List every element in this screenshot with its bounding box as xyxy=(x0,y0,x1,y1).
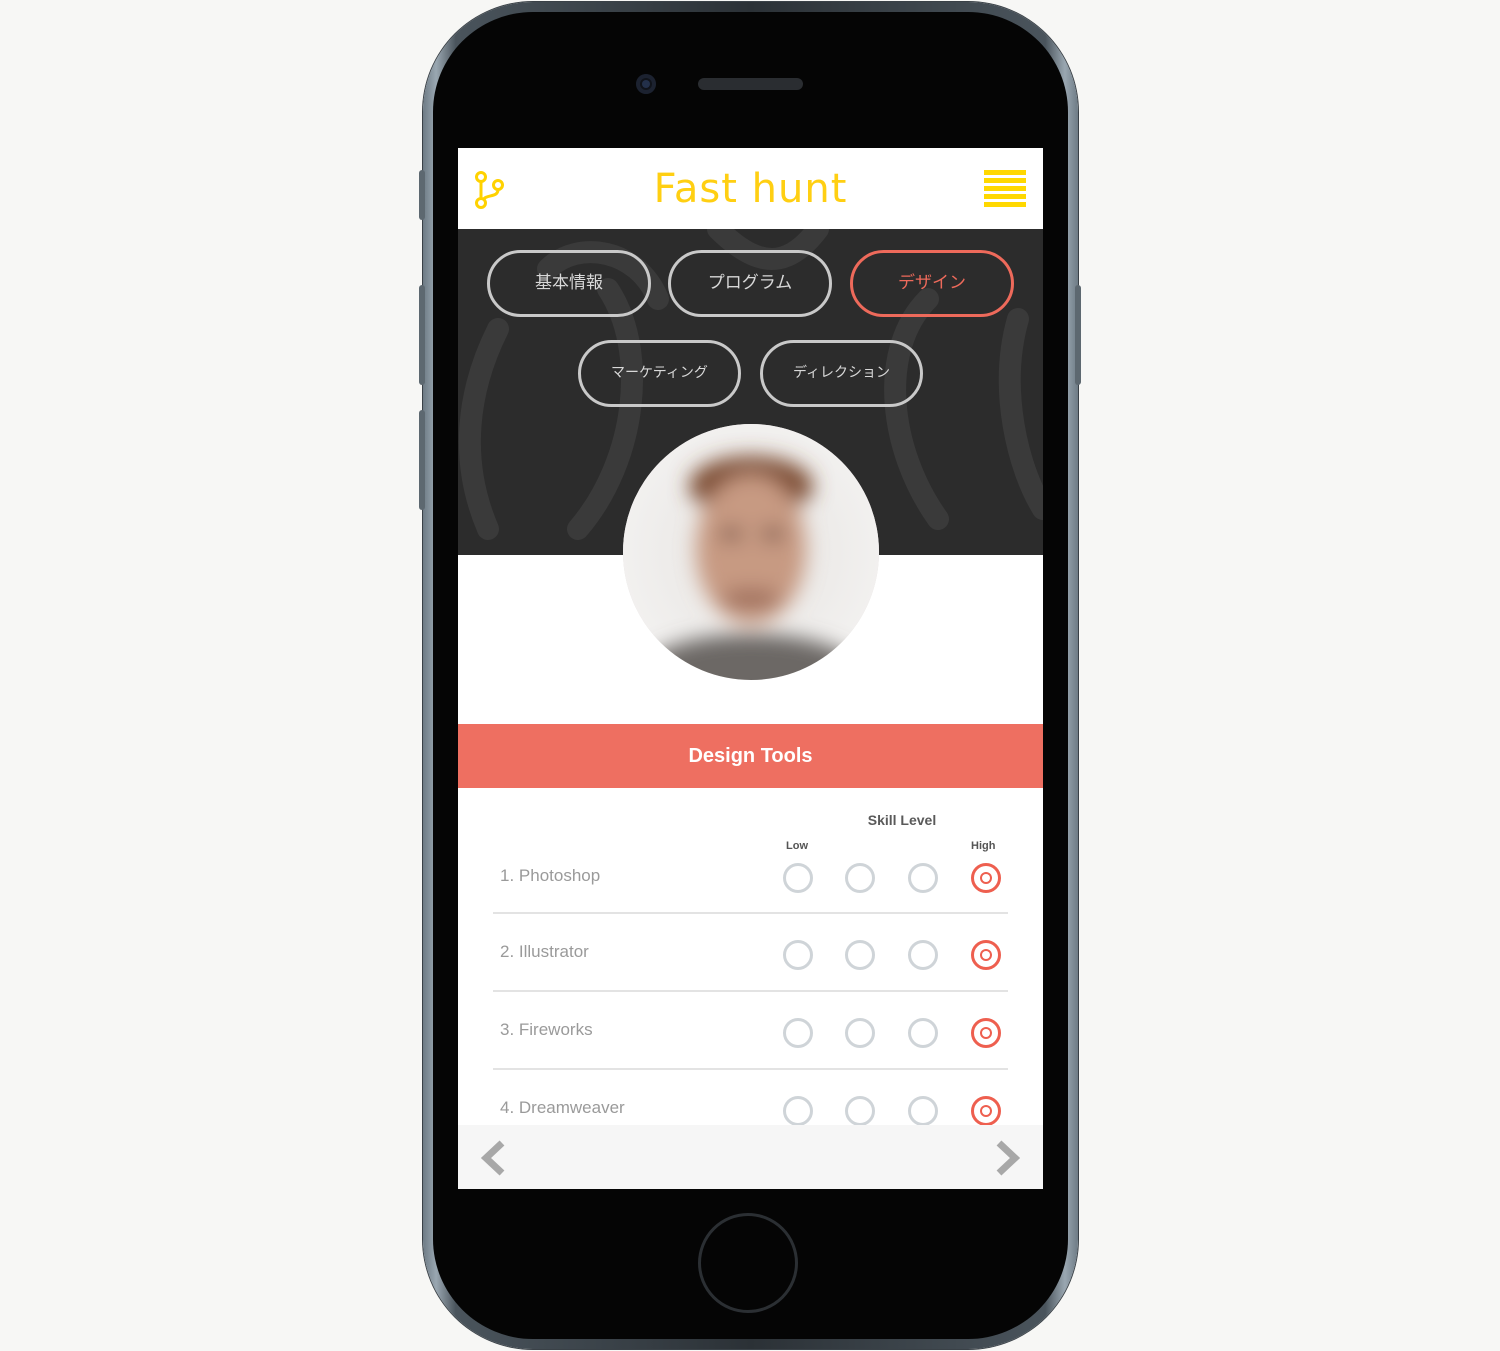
skill-radio-level-2[interactable] xyxy=(845,940,875,970)
skill-radio-level-4[interactable] xyxy=(971,1018,1001,1048)
skill-radio-level-1[interactable] xyxy=(783,1096,813,1126)
volume-up-button xyxy=(419,285,425,385)
hamburger-menu-icon[interactable] xyxy=(984,170,1026,208)
tab-basic-info[interactable]: 基本情報 xyxy=(487,250,651,317)
power-button xyxy=(1075,285,1081,385)
skill-radio-level-1[interactable] xyxy=(783,863,813,893)
skill-name: 4. Dreamweaver xyxy=(500,1098,625,1117)
skill-radio-level-2[interactable] xyxy=(845,1018,875,1048)
volume-down-button xyxy=(419,410,425,510)
skill-row-illustrator: 2. Illustrator xyxy=(493,914,1008,992)
home-button[interactable] xyxy=(698,1213,798,1313)
earpiece-speaker xyxy=(698,78,803,90)
pager-footer xyxy=(458,1125,1043,1189)
skill-radio-level-1[interactable] xyxy=(783,1018,813,1048)
tab-marketing[interactable]: マーケティング xyxy=(578,340,741,407)
skill-row-photoshop: 1. Photoshop xyxy=(493,848,1008,914)
chevron-right-icon[interactable] xyxy=(991,1139,1023,1177)
skill-name: 3. Fireworks xyxy=(500,1020,593,1039)
skill-radio-level-4[interactable] xyxy=(971,1096,1001,1126)
app-screen: Fast hunt 基本情報 プログラム デザイン マーケティング ディレクショ… xyxy=(458,148,1043,1189)
avatar-face-placeholder xyxy=(623,424,879,680)
skill-radio-level-3[interactable] xyxy=(908,863,938,893)
skill-radio-level-2[interactable] xyxy=(845,863,875,893)
tab-design[interactable]: デザイン xyxy=(850,250,1014,317)
skill-level-header: Skill Level xyxy=(867,812,937,828)
front-camera xyxy=(636,74,656,94)
skill-radio-level-3[interactable] xyxy=(908,1018,938,1048)
mute-switch xyxy=(419,170,425,220)
app-title: Fast hunt xyxy=(653,166,848,212)
tab-direction[interactable]: ディレクション xyxy=(760,340,923,407)
tab-program[interactable]: プログラム xyxy=(668,250,832,317)
skill-radio-level-1[interactable] xyxy=(783,940,813,970)
skill-radio-level-2[interactable] xyxy=(845,1096,875,1126)
skill-radio-level-3[interactable] xyxy=(908,940,938,970)
skill-name: 2. Illustrator xyxy=(500,942,589,961)
section-title-bar: Design Tools xyxy=(458,724,1043,788)
skill-row-fireworks: 3. Fireworks xyxy=(493,992,1008,1070)
skill-name: 1. Photoshop xyxy=(500,866,601,885)
skill-radio-level-3[interactable] xyxy=(908,1096,938,1126)
skill-radio-level-4[interactable] xyxy=(971,863,1001,893)
profile-photo xyxy=(623,424,879,680)
app-header: Fast hunt xyxy=(458,148,1043,229)
skill-radio-level-4[interactable] xyxy=(971,940,1001,970)
chevron-left-icon[interactable] xyxy=(478,1139,510,1177)
